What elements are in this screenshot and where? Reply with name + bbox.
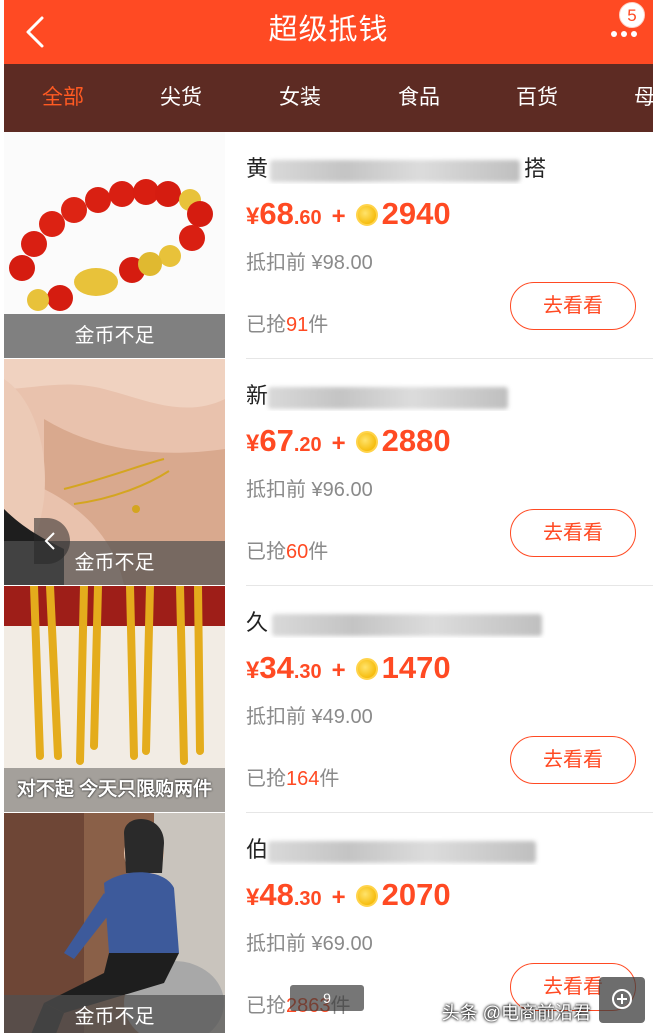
price-currency: ¥ (246, 430, 260, 457)
product-title: 伯 (246, 835, 546, 865)
product-info: 新 ¥67.20 +2880 抵扣前 ¥96.00 已抢60件 去看看 (246, 359, 653, 586)
title-tail: 搭 (523, 156, 546, 181)
sold-suffix: 件 (319, 768, 340, 790)
tab-general-goods[interactable]: 百货 (516, 64, 558, 132)
product-item[interactable]: 金币不足 黄 搭 ¥68.60 +2940 抵扣前 ¥98.00 已抢91件 去看… (4, 132, 653, 359)
title-head: 黄 (246, 156, 269, 181)
image-index-indicator: 9 (290, 985, 364, 1011)
tab-premium[interactable]: 尖货 (160, 64, 202, 132)
app-page: 超级抵钱 5 全部 尖货 女装 食品 百货 母 金币不足 黄 搭 ¥68.60 … (4, 0, 653, 1033)
price-row: ¥48.30 +2070 (246, 877, 451, 917)
watermark-text: 头条 @电商前沿君 (441, 1003, 591, 1023)
price-row: ¥34.30 +1470 (246, 650, 451, 690)
view-button[interactable]: 去看看 (510, 282, 636, 330)
plus-sign: + (331, 430, 346, 457)
plus-sign: + (331, 884, 346, 911)
price-integer: 48 (259, 877, 294, 912)
blurred-text (268, 387, 508, 409)
tab-maternity[interactable]: 母 (634, 64, 653, 132)
price-integer: 68 (259, 196, 294, 231)
coin-amount: 2070 (381, 877, 451, 912)
product-image[interactable]: 对不起 今天只限购两件 (4, 586, 225, 812)
title-head: 新 (246, 383, 269, 408)
left-arrow-icon (44, 532, 55, 550)
sold-prefix: 已抢 (246, 768, 286, 790)
prev-image-button[interactable] (34, 518, 70, 564)
product-image[interactable]: 金币不足 (4, 813, 225, 1033)
category-tabs: 全部 尖货 女装 食品 百货 母 (4, 64, 653, 132)
plus-sign: + (331, 203, 346, 230)
coin-amount: 1470 (381, 650, 451, 685)
sold-count: 已抢164件 (246, 762, 339, 791)
original-price: 抵扣前 ¥49.00 (246, 706, 373, 728)
zoom-button[interactable] (599, 977, 645, 1023)
view-button[interactable]: 去看看 (510, 509, 636, 557)
price-currency: ¥ (246, 203, 260, 230)
sold-suffix: 件 (308, 314, 329, 336)
coin-icon (355, 204, 378, 226)
plus-sign: + (331, 657, 346, 684)
blurred-text (270, 160, 520, 182)
price-decimal: .20 (293, 434, 322, 456)
product-image[interactable]: 金币不足 (4, 132, 225, 358)
price-row: ¥67.20 +2880 (246, 423, 451, 463)
sold-suffix: 件 (308, 541, 329, 563)
product-item[interactable]: 金币不足 新 ¥67.20 +2880 抵扣前 ¥96.00 已抢60件 去看看 (4, 359, 653, 586)
sold-number: 91 (286, 314, 309, 336)
thumb-status-label: 金币不足 (4, 995, 225, 1033)
price-row: ¥68.60 +2940 (246, 196, 451, 236)
notification-badge: 5 (619, 2, 645, 28)
original-price: 抵扣前 ¥96.00 (246, 479, 373, 501)
tab-food[interactable]: 食品 (398, 64, 440, 132)
blurred-text (268, 841, 536, 863)
price-currency: ¥ (246, 884, 260, 911)
blurred-text (272, 614, 542, 636)
more-button[interactable]: 5 (607, 2, 647, 50)
product-title: 新 (246, 381, 546, 411)
title-head: 伯 (246, 837, 269, 862)
sold-prefix: 已抢 (246, 995, 286, 1017)
thumb-status-label: 金币不足 (4, 314, 225, 358)
price-integer: 67 (259, 423, 294, 458)
top-bar: 超级抵钱 5 (4, 0, 653, 64)
price-integer: 34 (259, 650, 294, 685)
coin-icon (355, 658, 378, 680)
product-title: 黄 搭 (246, 154, 546, 184)
page-title: 超级抵钱 (268, 14, 389, 46)
coin-amount: 2880 (381, 423, 451, 458)
tab-womens-clothing[interactable]: 女装 (279, 64, 321, 132)
coin-icon (355, 431, 378, 453)
tab-all[interactable]: 全部 (42, 64, 84, 132)
sold-count: 已抢60件 (246, 535, 328, 564)
zoom-icon (612, 989, 632, 1009)
product-info: 黄 搭 ¥68.60 +2940 抵扣前 ¥98.00 已抢91件 去看看 (246, 132, 653, 359)
sold-number: 60 (286, 541, 309, 563)
coin-amount: 2940 (381, 196, 451, 231)
price-currency: ¥ (246, 657, 260, 684)
view-button[interactable]: 去看看 (510, 736, 636, 784)
product-item[interactable]: 对不起 今天只限购两件 久 ¥34.30 +1470 抵扣前 ¥49.00 已抢1… (4, 586, 653, 813)
sold-prefix: 已抢 (246, 314, 286, 336)
original-price: 抵扣前 ¥98.00 (246, 252, 373, 274)
price-decimal: .30 (293, 661, 322, 683)
more-dots-icon (611, 26, 641, 40)
product-title: 久 (246, 608, 546, 638)
original-price: 抵扣前 ¥69.00 (246, 933, 373, 955)
sold-prefix: 已抢 (246, 541, 286, 563)
price-decimal: .30 (293, 888, 322, 910)
thumb-status-label: 对不起 今天只限购两件 (4, 768, 225, 812)
price-decimal: .60 (293, 207, 322, 229)
sold-count: 已抢91件 (246, 308, 328, 337)
title-head: 久 (246, 610, 269, 635)
sold-number: 164 (286, 768, 320, 790)
product-info: 久 ¥34.30 +1470 抵扣前 ¥49.00 已抢164件 去看看 (246, 586, 653, 813)
coin-icon (355, 885, 378, 907)
